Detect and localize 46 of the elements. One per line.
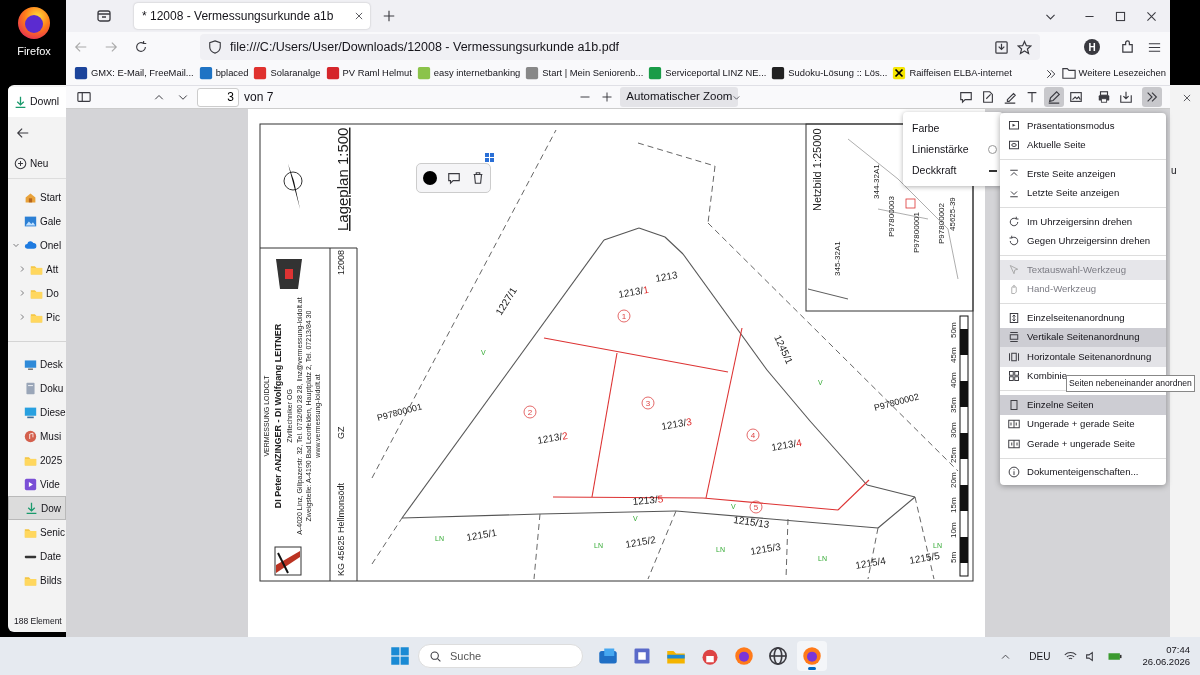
scale-label: 10m bbox=[949, 522, 958, 538]
lot-number: 3 bbox=[641, 396, 655, 410]
scale-label: 40m bbox=[949, 372, 958, 388]
scale-label: 5m bbox=[949, 551, 958, 563]
map-label: P97800001 bbox=[912, 212, 921, 253]
plan-title: Lageplan 1:500 bbox=[334, 127, 351, 231]
page-count-text: von 7 bbox=[244, 89, 274, 106]
map-label: 344-32A1 bbox=[872, 164, 881, 199]
file-number-label: GZ bbox=[336, 426, 346, 439]
parcel-number: 1215/13 bbox=[732, 514, 771, 530]
file-number: 12008 bbox=[336, 249, 346, 275]
parcel-number: 1213 bbox=[654, 269, 679, 284]
lot-number: 2 bbox=[523, 405, 537, 419]
surveyor-text: DI Peter ANZINGER - DI Wolfgang LEITNER bbox=[273, 323, 283, 509]
tooltip: Seiten nebeneinander anordnen bbox=[1066, 375, 1195, 392]
scale-label: 50m bbox=[949, 322, 958, 338]
parcel-number: 1213/ 5 bbox=[632, 493, 664, 507]
lot-number: 4 bbox=[746, 428, 760, 442]
text-fragment: u bbox=[1171, 164, 1177, 178]
inset-title: Netzbild 1:25000 bbox=[811, 128, 823, 211]
cadastral-district: KG 45625 Hellmonsödt bbox=[336, 482, 346, 576]
map-label: 45625-39 bbox=[948, 197, 957, 231]
property-label: Farbe bbox=[912, 120, 940, 136]
property-label: Deckkraft bbox=[912, 162, 957, 178]
parcel-number: 1215/4 bbox=[854, 554, 887, 571]
scale-label: 20m bbox=[949, 472, 958, 488]
parcel-number: 1215/1 bbox=[465, 526, 498, 543]
map-label: 345-32A1 bbox=[833, 241, 842, 276]
scale-label: 30m bbox=[949, 422, 958, 438]
map-label: P97800002 bbox=[937, 203, 946, 244]
parcel-number: 1215/2 bbox=[624, 533, 657, 550]
scale-label: 35m bbox=[949, 397, 958, 413]
parcel-number: 1213/ 4 bbox=[770, 436, 803, 453]
parcel-number: 1215/3 bbox=[749, 540, 782, 557]
status-text: 188 Element bbox=[14, 615, 62, 628]
scale-label: 25m bbox=[949, 447, 958, 463]
lot-number: 1 bbox=[617, 309, 631, 323]
lot-number: 5 bbox=[749, 500, 763, 514]
parcel-number: 1213/ 1 bbox=[617, 283, 650, 300]
property-label: Linienstärke bbox=[912, 141, 969, 157]
map-label: P97800003 bbox=[887, 196, 896, 237]
parcel-number: 1213/ 2 bbox=[536, 429, 569, 446]
parcel-number: 1215/5 bbox=[908, 549, 941, 566]
scale-label: 45m bbox=[949, 347, 958, 363]
parcel-number: 1213/ 3 bbox=[660, 415, 693, 432]
scale-label: 15m bbox=[949, 497, 958, 513]
